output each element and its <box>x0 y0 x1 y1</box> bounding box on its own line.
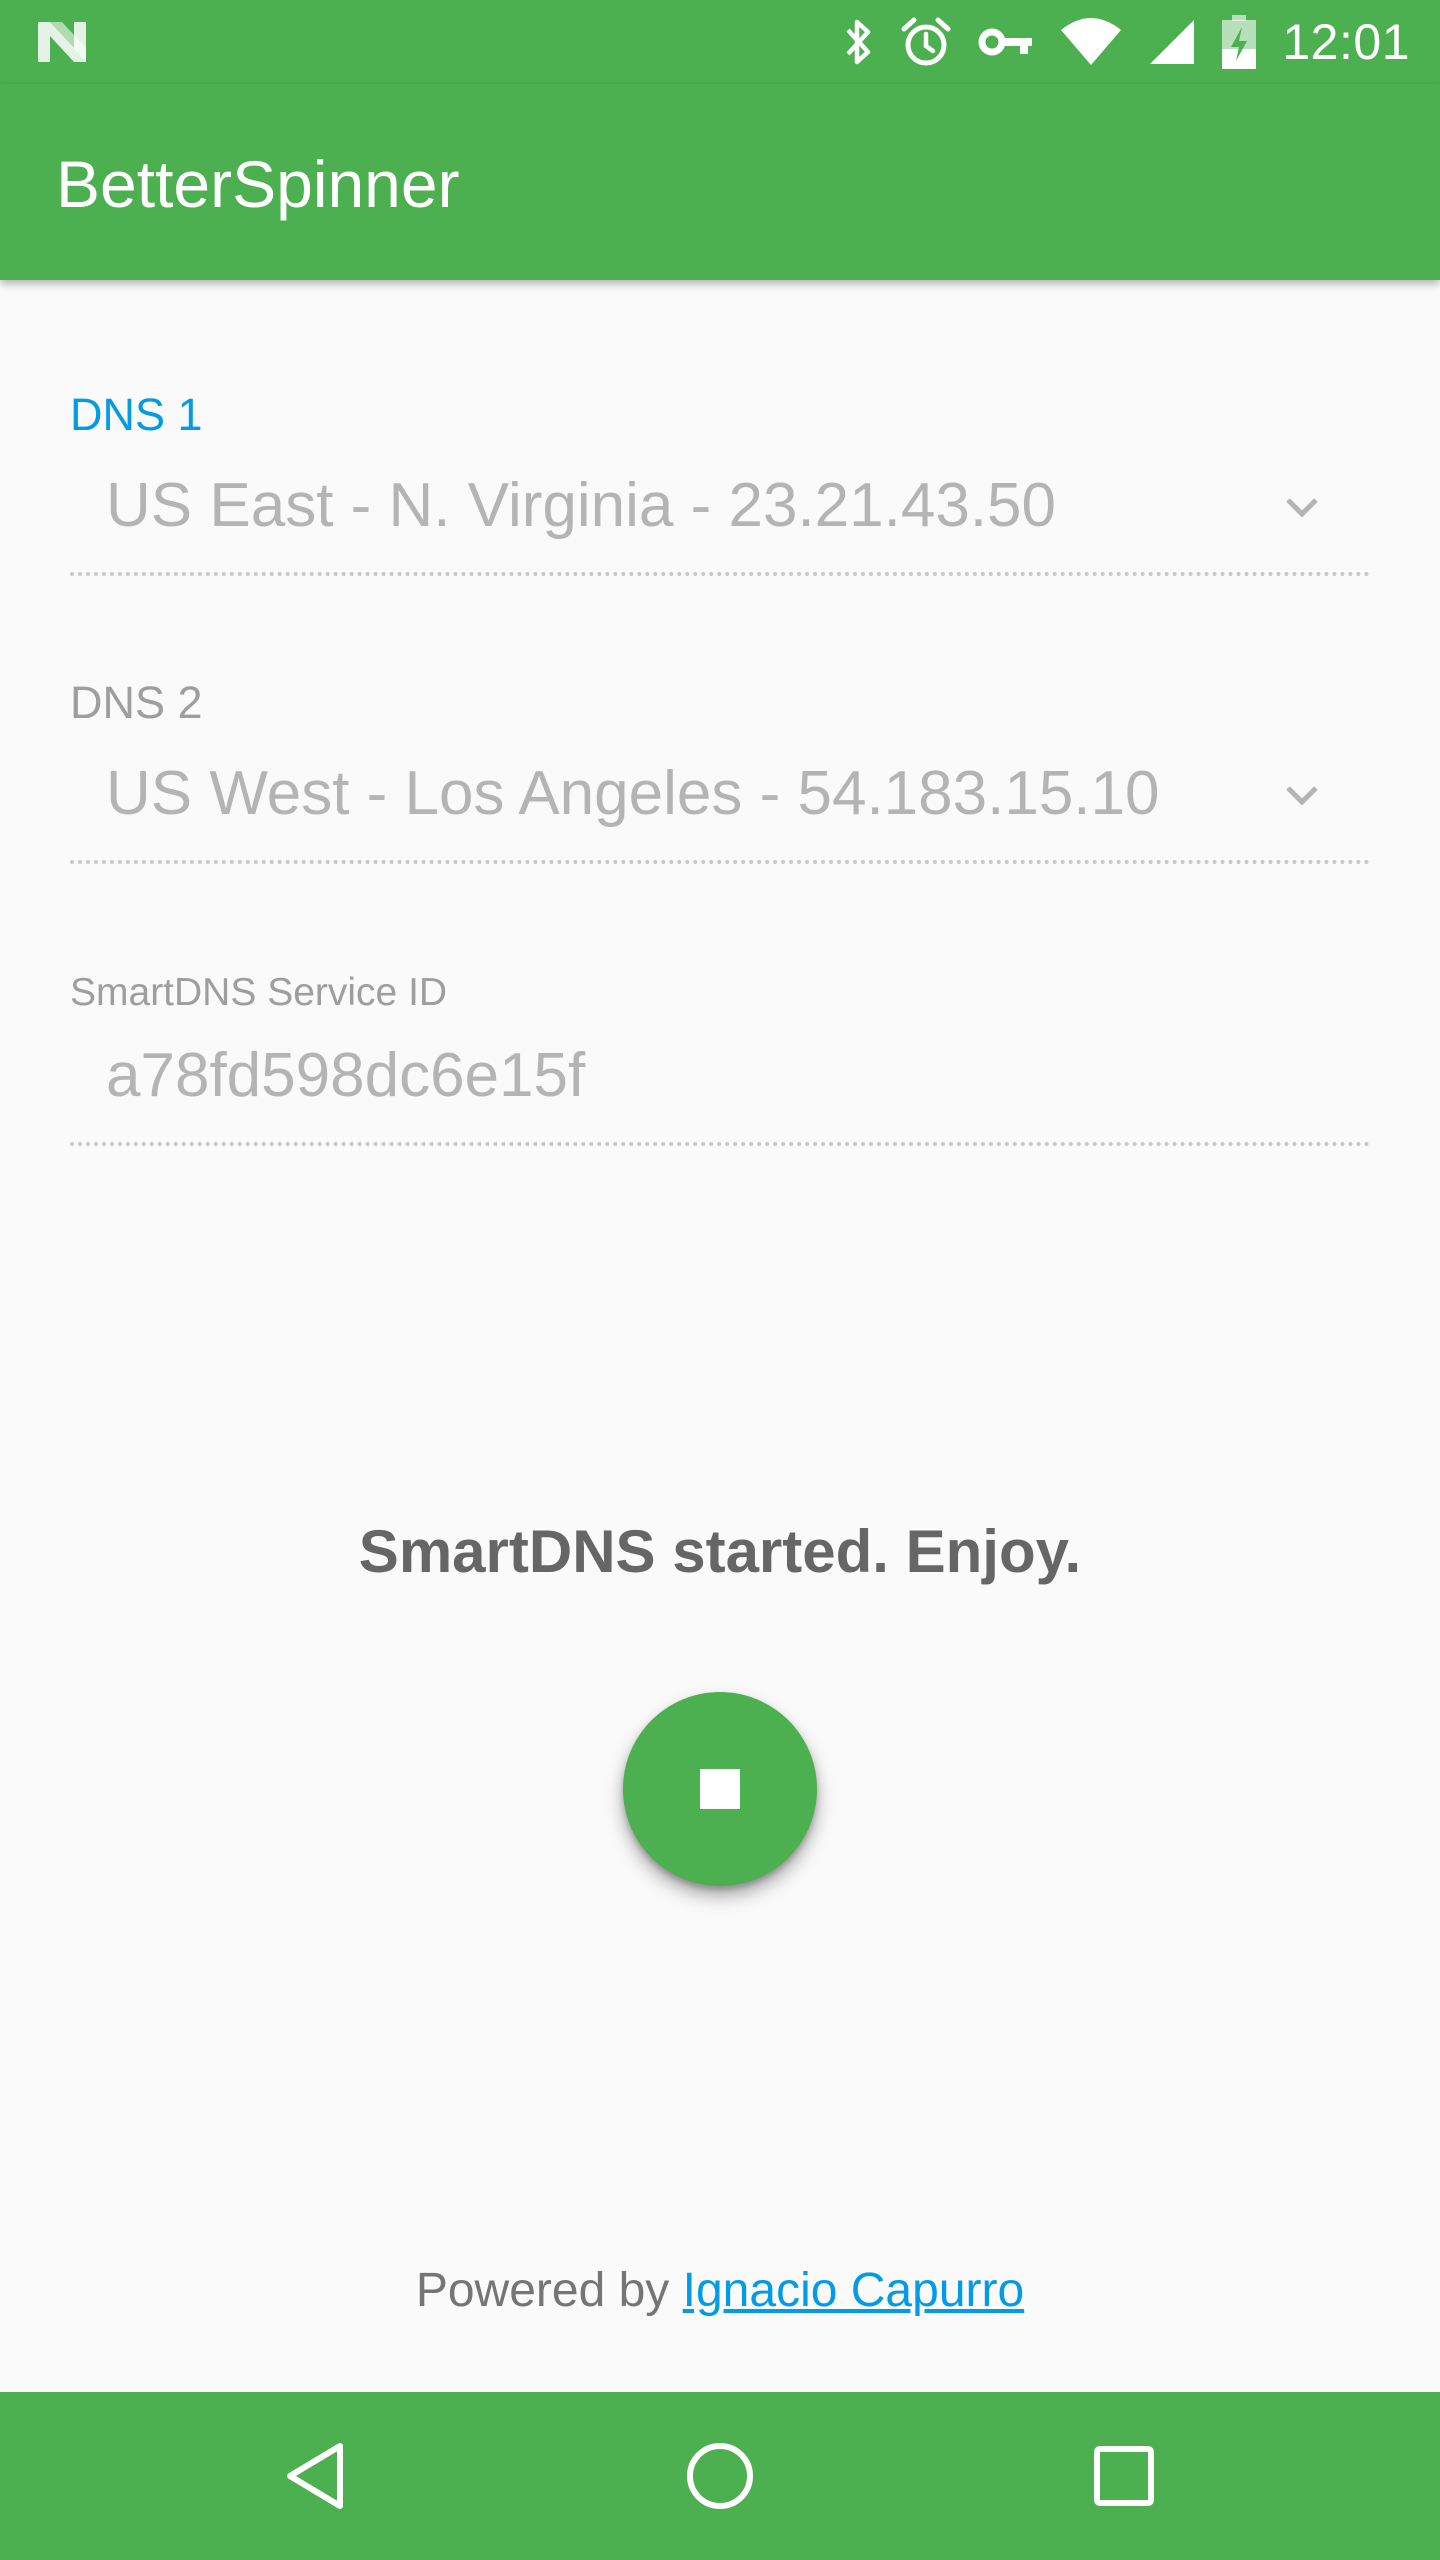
chevron-down-icon[interactable] <box>1284 784 1320 808</box>
dns1-value[interactable]: US East - N. Virginia - 23.21.43.50 <box>106 468 1056 544</box>
cell-signal-icon <box>1150 20 1195 64</box>
stop-button[interactable] <box>623 1692 817 1886</box>
dns2-underline <box>70 860 1370 864</box>
service-id-input[interactable]: a78fd598dc6e15f <box>106 1038 585 1114</box>
service-id-label: SmartDNS Service ID <box>70 971 448 1014</box>
dns2-label: DNS 2 <box>70 677 203 728</box>
recents-button[interactable] <box>1074 2426 1174 2526</box>
alarm-icon <box>901 17 951 66</box>
service-id-field[interactable]: SmartDNS Service ID a78fd598dc6e15f <box>70 958 1370 1154</box>
status-bar: 12:01 <box>0 0 1440 84</box>
app-bar: BetterSpinner <box>0 84 1440 280</box>
dns1-spinner[interactable]: DNS 1 US East - N. Virginia - 23.21.43.5… <box>70 380 1370 580</box>
status-icons: 12:01 <box>842 12 1410 72</box>
n-logo-icon <box>38 22 86 62</box>
chevron-down-icon[interactable] <box>1284 496 1320 520</box>
footer-prefix: Powered by <box>415 2264 670 2317</box>
home-icon <box>687 2443 753 2509</box>
back-icon <box>287 2443 343 2509</box>
stop-icon <box>700 1769 740 1809</box>
home-button[interactable] <box>670 2426 770 2526</box>
status-message: SmartDNS started. Enjoy. <box>358 1518 1082 1585</box>
author-link[interactable]: Ignacio Capurro <box>683 2264 1025 2317</box>
recents-icon <box>1094 2446 1154 2506</box>
battery-charging-icon <box>1222 15 1257 69</box>
app-title: BetterSpinner <box>56 147 460 221</box>
dns2-spinner[interactable]: DNS 2 US West - Los Angeles - 54.183.15.… <box>70 668 1370 868</box>
dns1-underline <box>70 572 1370 576</box>
screen: 12:01 BetterSpinner DNS 1 US East - N. V… <box>0 0 1440 2560</box>
wifi-icon <box>1061 18 1122 65</box>
bluetooth-icon <box>846 19 871 65</box>
back-button[interactable] <box>266 2426 366 2526</box>
vpn-key-icon <box>978 28 1033 56</box>
service-id-underline <box>70 1142 1370 1146</box>
status-time: 12:01 <box>1282 14 1410 70</box>
dns2-value[interactable]: US West - Los Angeles - 54.183.15.10 <box>106 756 1160 832</box>
footer: Powered by Ignacio Capurro <box>0 2258 1440 2324</box>
navigation-bar <box>0 2392 1440 2560</box>
dns1-label: DNS 1 <box>70 389 203 440</box>
